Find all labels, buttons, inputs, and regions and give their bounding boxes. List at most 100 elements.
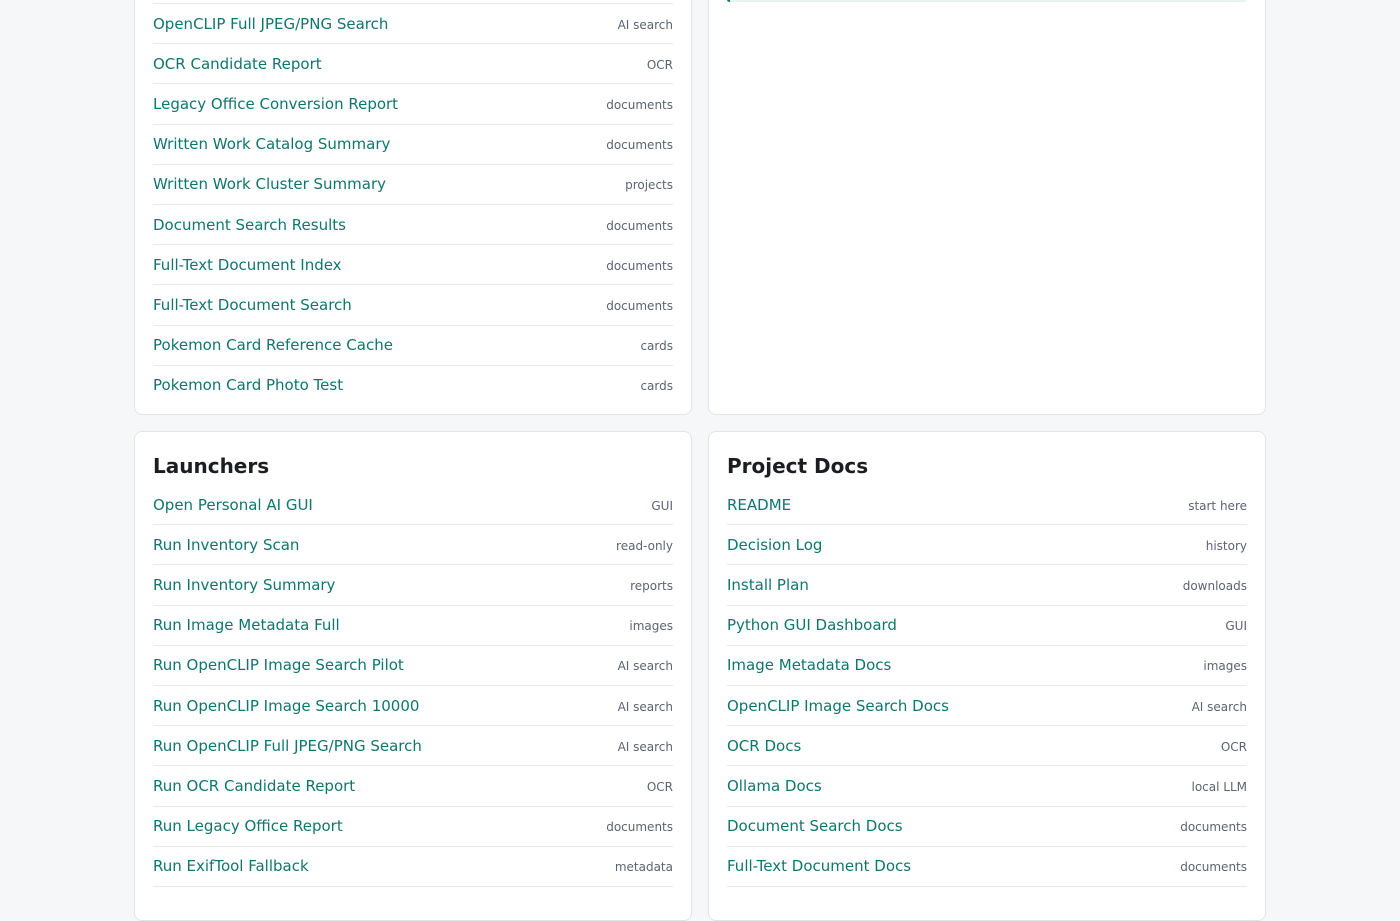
- list-item: Run OpenCLIP Full JPEG/PNG Search AI sea…: [153, 726, 673, 767]
- list-item: Run Legacy Office Report documents: [153, 807, 673, 847]
- report-link[interactable]: Full-Text Document Index: [153, 256, 342, 274]
- list-item: Python GUI Dashboard GUI: [727, 606, 1247, 646]
- category-tag: cards: [640, 379, 673, 394]
- category-tag: documents: [606, 138, 673, 153]
- list-item: Full-Text Document Docs documents: [727, 847, 1247, 887]
- list-item: Full-Text Document Search documents: [153, 285, 673, 326]
- category-tag: AI search: [617, 739, 673, 754]
- category-tag: GUI: [651, 498, 673, 513]
- doc-link[interactable]: OCR Docs: [727, 737, 801, 755]
- launchers-title: Launchers: [153, 454, 270, 478]
- category-tag: AI search: [617, 659, 673, 674]
- list-item: Run Image Metadata Full images: [153, 606, 673, 646]
- launchers-card: Launchers Open Personal AI GUI GUI Run I…: [134, 431, 692, 921]
- list-item: Document Search Docs documents: [727, 807, 1247, 847]
- doc-link[interactable]: Python GUI Dashboard: [727, 616, 897, 634]
- list-item: Image Metadata Docs images: [727, 646, 1247, 686]
- doc-link[interactable]: Decision Log: [727, 536, 822, 554]
- launcher-link[interactable]: Run OpenCLIP Full JPEG/PNG Search: [153, 737, 422, 755]
- list-item: Written Work Catalog Summary documents: [153, 125, 673, 165]
- report-link[interactable]: OCR Candidate Report: [153, 55, 322, 73]
- doc-link[interactable]: OpenCLIP Image Search Docs: [727, 697, 949, 715]
- launcher-link[interactable]: Run OpenCLIP Image Search Pilot: [153, 656, 404, 674]
- category-tag: projects: [625, 178, 673, 193]
- category-tag: images: [629, 619, 673, 634]
- list-item: OpenCLIP Image Search Docs AI search: [727, 686, 1247, 727]
- list-item: Document Search Results documents: [153, 205, 673, 246]
- project-docs-card: Project Docs README start here Decision …: [708, 431, 1266, 921]
- list-item: Install Plan downloads: [727, 565, 1247, 606]
- category-tag: documents: [606, 258, 673, 273]
- doc-link[interactable]: Ollama Docs: [727, 777, 822, 795]
- category-tag: OCR: [646, 57, 673, 72]
- status-panel: [708, 0, 1266, 415]
- launcher-link[interactable]: Open Personal AI GUI: [153, 496, 313, 514]
- doc-link[interactable]: README: [727, 496, 791, 514]
- category-tag: cards: [640, 339, 673, 354]
- report-link[interactable]: Written Work Catalog Summary: [153, 135, 390, 153]
- progress-fill: [727, 0, 730, 2]
- report-link[interactable]: Full-Text Document Search: [153, 296, 352, 314]
- list-item: Run OCR Candidate Report OCR: [153, 766, 673, 807]
- report-link[interactable]: Written Work Cluster Summary: [153, 175, 386, 193]
- list-item: Run ExifTool Fallback metadata: [153, 847, 673, 887]
- list-item: Decision Log history: [727, 525, 1247, 566]
- project-docs-list: README start here Decision Log history I…: [727, 485, 1247, 887]
- list-item: Pokemon Card Photo Test cards: [153, 366, 673, 405]
- category-tag: AI search: [617, 699, 673, 714]
- category-tag: reports: [630, 579, 673, 594]
- launcher-link[interactable]: Run Inventory Scan: [153, 536, 299, 554]
- category-tag: AI search: [1191, 699, 1247, 714]
- launcher-link[interactable]: Run Image Metadata Full: [153, 616, 340, 634]
- report-link[interactable]: Pokemon Card Photo Test: [153, 376, 343, 394]
- category-tag: metadata: [614, 860, 673, 875]
- category-tag: documents: [606, 218, 673, 233]
- category-tag: documents: [606, 820, 673, 835]
- doc-link[interactable]: Document Search Docs: [727, 817, 903, 835]
- launcher-link[interactable]: Run ExifTool Fallback: [153, 857, 309, 875]
- doc-link[interactable]: Image Metadata Docs: [727, 656, 891, 674]
- list-item: Run Inventory Summary reports: [153, 565, 673, 606]
- category-tag: read-only: [616, 538, 673, 553]
- category-tag: documents: [1180, 860, 1247, 875]
- launcher-link[interactable]: Run Inventory Summary: [153, 576, 335, 594]
- launcher-link[interactable]: Run Legacy Office Report: [153, 817, 343, 835]
- category-tag: documents: [606, 98, 673, 113]
- launcher-link[interactable]: Run OpenCLIP Image Search 10000: [153, 697, 419, 715]
- list-item: Run OpenCLIP Image Search 10000 AI searc…: [153, 686, 673, 727]
- category-tag: history: [1205, 538, 1247, 553]
- report-link[interactable]: OpenCLIP Full JPEG/PNG Search: [153, 15, 388, 33]
- list-item: OpenCLIP Full JPEG/PNG Search AI search: [153, 3, 673, 45]
- list-item: Run Inventory Scan read-only: [153, 525, 673, 566]
- project-docs-title: Project Docs: [727, 454, 869, 478]
- report-link[interactable]: Legacy Office Conversion Report: [153, 95, 398, 113]
- list-item: Run OpenCLIP Image Search Pilot AI searc…: [153, 646, 673, 686]
- category-tag: GUI: [1225, 619, 1247, 634]
- list-item: Full-Text Document Index documents: [153, 245, 673, 286]
- progress-bar: [727, 0, 1247, 2]
- category-tag: downloads: [1182, 579, 1247, 594]
- reports-list: OpenCLIP Full JPEG/PNG Search AI search …: [153, 3, 673, 405]
- category-tag: OCR: [1220, 739, 1247, 754]
- launcher-link[interactable]: Run OCR Candidate Report: [153, 777, 355, 795]
- doc-link[interactable]: Full-Text Document Docs: [727, 857, 911, 875]
- list-item: Pokemon Card Reference Cache cards: [153, 326, 673, 366]
- category-tag: documents: [1180, 820, 1247, 835]
- report-link[interactable]: Pokemon Card Reference Cache: [153, 336, 393, 354]
- report-link[interactable]: Document Search Results: [153, 216, 346, 234]
- category-tag: local LLM: [1191, 780, 1248, 795]
- list-item: Legacy Office Conversion Report document…: [153, 84, 673, 125]
- category-tag: start here: [1188, 498, 1247, 513]
- list-item: OCR Docs OCR: [727, 726, 1247, 767]
- category-tag: OCR: [646, 780, 673, 795]
- list-item: README start here: [727, 485, 1247, 526]
- list-item: OCR Candidate Report OCR: [153, 44, 673, 85]
- list-item: Ollama Docs local LLM: [727, 766, 1248, 807]
- category-tag: AI search: [617, 17, 673, 32]
- category-tag: documents: [606, 299, 673, 314]
- launchers-list: Open Personal AI GUI GUI Run Inventory S…: [153, 485, 673, 887]
- doc-link[interactable]: Install Plan: [727, 576, 809, 594]
- list-item: Open Personal AI GUI GUI: [153, 485, 673, 526]
- reports-card: OpenCLIP Full JPEG/PNG Search AI search …: [134, 0, 692, 415]
- category-tag: images: [1203, 659, 1247, 674]
